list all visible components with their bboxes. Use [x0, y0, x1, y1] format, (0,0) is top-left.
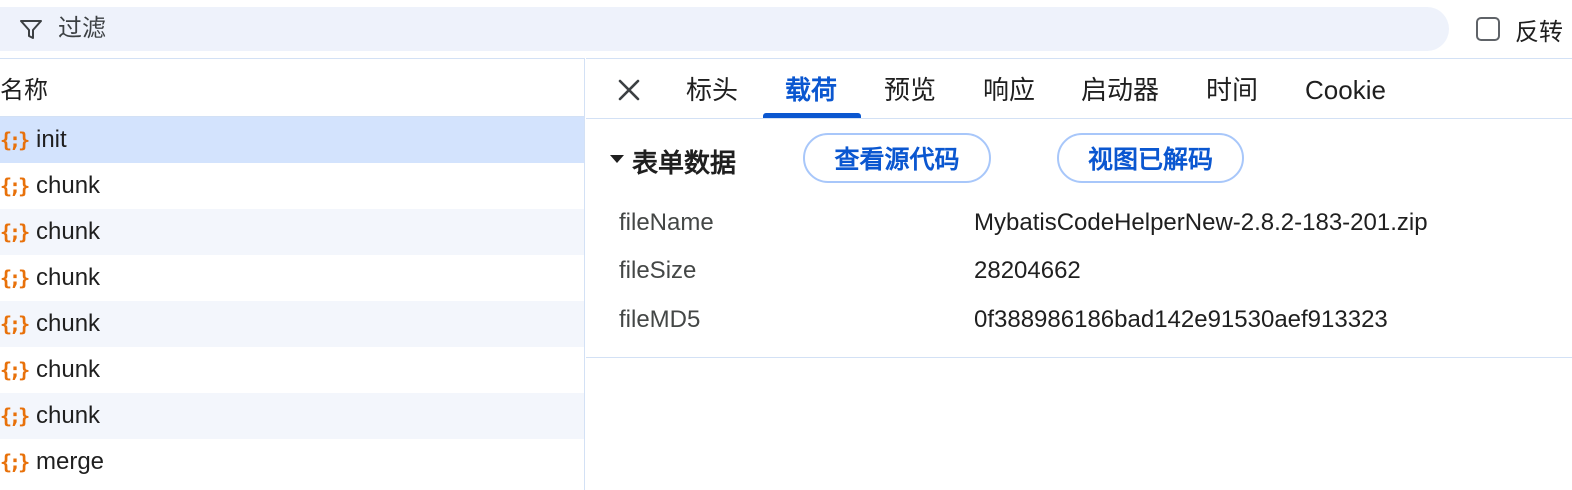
json-braces-icon: {;} [0, 358, 30, 382]
request-row[interactable]: {;} chunk [0, 393, 584, 439]
form-data-row: fileMD5 0f388986186bad142e91530aef913323 [586, 298, 1572, 342]
tab-payload[interactable]: 载荷 [785, 73, 837, 107]
form-data-value: 0f388986186bad142e91530aef913323 [974, 306, 1388, 333]
form-data-row: fileSize 28204662 [586, 249, 1572, 293]
tab-timing[interactable]: 时间 [1206, 73, 1258, 107]
filter-icon [20, 20, 42, 39]
request-row[interactable]: {;} chunk [0, 301, 584, 347]
section-divider [586, 357, 1572, 358]
request-name: chunk [36, 402, 101, 429]
view-decoded-button[interactable]: 视图已解码 [1057, 133, 1244, 183]
invert-checkbox[interactable] [1476, 17, 1500, 41]
tab-cookies[interactable]: Cookie [1305, 73, 1386, 107]
request-row[interactable]: {;} merge [0, 439, 584, 485]
filter-bar[interactable]: 过滤 [0, 7, 1449, 51]
json-braces-icon: {;} [0, 220, 30, 244]
active-tab-indicator [763, 113, 861, 118]
request-row[interactable]: {;} init [0, 117, 584, 163]
request-name: chunk [36, 172, 101, 199]
request-name: merge [36, 448, 105, 475]
request-name: chunk [36, 218, 101, 245]
invert-label: 反转 [1515, 18, 1563, 46]
name-column-label: 名称 [0, 77, 48, 104]
filter-input[interactable]: 过滤 [58, 17, 106, 41]
close-icon[interactable] [614, 75, 644, 105]
view-source-button[interactable]: 查看源代码 [803, 133, 991, 183]
form-data-value: MybatisCodeHelperNew-2.8.2-183-201.zip [974, 209, 1428, 236]
form-data-row: fileName MybatisCodeHelperNew-2.8.2-183-… [586, 201, 1572, 245]
form-data-title[interactable]: 表单数据 [632, 143, 736, 180]
form-data-key: fileMD5 [619, 306, 701, 333]
request-row[interactable]: {;} chunk [0, 163, 584, 209]
request-row[interactable]: {;} chunk [0, 347, 584, 393]
request-detail-panel: 标头 载荷 预览 响应 启动器 时间 Cookie 表单数据 查看源代码 视图已… [586, 58, 1572, 490]
form-data-key: fileSize [619, 257, 697, 284]
json-braces-icon: {;} [0, 128, 30, 152]
form-data-key: fileName [619, 209, 714, 236]
json-braces-icon: {;} [0, 450, 30, 474]
detail-tabs: 标头 载荷 预览 响应 启动器 时间 Cookie [586, 59, 1572, 119]
tab-preview[interactable]: 预览 [884, 73, 936, 107]
tab-response[interactable]: 响应 [983, 73, 1035, 107]
json-braces-icon: {;} [0, 312, 30, 336]
json-braces-icon: {;} [0, 404, 30, 428]
name-column-header[interactable]: 名称 [0, 59, 584, 117]
disclosure-triangle-icon[interactable] [610, 155, 624, 163]
request-name: chunk [36, 264, 101, 291]
request-name: chunk [36, 356, 101, 383]
request-name: init [36, 126, 67, 153]
request-list-panel: 名称 {;} init {;} chunk {;} chunk {;} chun… [0, 58, 585, 490]
invert-toggle[interactable]: 反转 [1476, 12, 1563, 46]
json-braces-icon: {;} [0, 174, 30, 198]
tab-initiator[interactable]: 启动器 [1081, 73, 1159, 107]
form-data-value: 28204662 [974, 257, 1081, 284]
request-row[interactable]: {;} chunk [0, 255, 584, 301]
request-row[interactable]: {;} chunk [0, 209, 584, 255]
request-name: chunk [36, 310, 101, 337]
tab-headers[interactable]: 标头 [686, 73, 738, 107]
json-braces-icon: {;} [0, 266, 30, 290]
form-data-section-header: 表单数据 查看源代码 视图已解码 [586, 131, 1572, 185]
